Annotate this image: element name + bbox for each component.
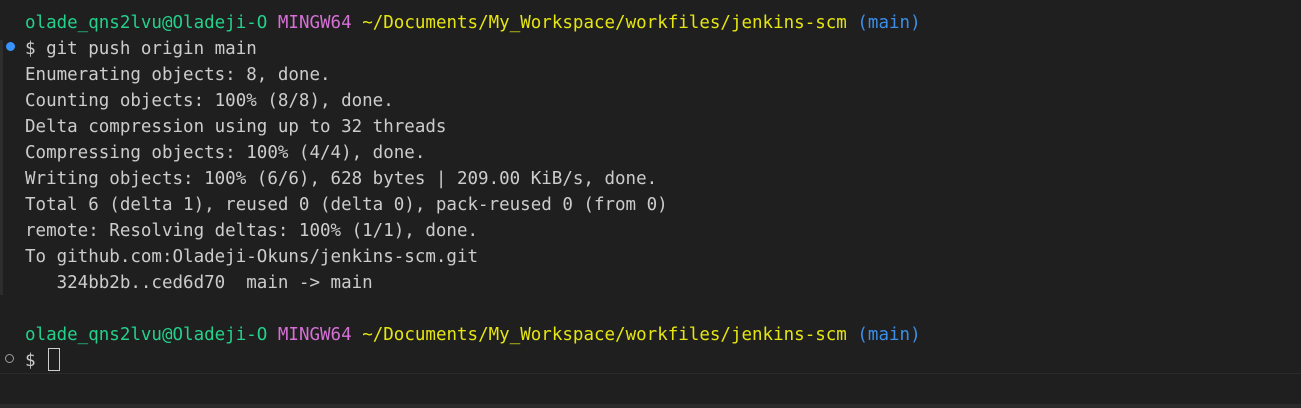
command-success-decoration-icon[interactable] (6, 42, 15, 51)
terminal-panel[interactable]: olade_qns2lvu@Oladeji-O MINGW64 ~/Docume… (0, 0, 1301, 408)
prompt-user-host: olade_qns2lvu@Oladeji-O (25, 13, 268, 33)
output-line: Compressing objects: 100% (4/4), done. (25, 143, 426, 163)
output-line: Writing objects: 100% (6/6), 628 bytes |… (25, 169, 658, 189)
prompt-path: ~/Documents/My_Workspace/workfiles/jenki… (362, 13, 847, 33)
output-line: Total 6 (delta 1), reused 0 (delta 0), p… (25, 195, 668, 215)
output-line: Enumerating objects: 8, done. (25, 65, 331, 85)
prompt-msystem: MINGW64 (277, 13, 352, 33)
panel-bottom-edge (0, 404, 1301, 408)
output-line: remote: Resolving deltas: 100% (1/1), do… (25, 221, 479, 241)
command-group-rule (0, 40, 3, 295)
prompt-line: olade_qns2lvu@Oladeji-O MINGW64 ~/Docume… (25, 322, 921, 348)
prompt-line: olade_qns2lvu@Oladeji-O MINGW64 ~/Docume… (25, 10, 921, 36)
prompt-branch: (main) (857, 13, 921, 33)
output-line: 324bb2b..ced6d70 main -> main (25, 273, 373, 293)
terminal-cursor (48, 348, 61, 371)
prompt-user-host: olade_qns2lvu@Oladeji-O (25, 325, 268, 345)
divider (0, 373, 1301, 374)
prompt-path: ~/Documents/My_Workspace/workfiles/jenki… (362, 325, 847, 345)
command-pending-decoration-icon[interactable] (5, 354, 14, 363)
input-prompt-symbol: $ (25, 351, 47, 371)
prompt-branch: (main) (857, 325, 921, 345)
output-line: Counting objects: 100% (8/8), done. (25, 91, 394, 111)
command-line: $ git push origin main (25, 39, 257, 59)
terminal-input-line[interactable]: $ (25, 348, 61, 374)
output-line: Delta compression using up to 32 threads (25, 117, 447, 137)
output-line: To github.com:Oladeji-Okuns/jenkins-scm.… (25, 247, 479, 267)
prompt-msystem: MINGW64 (277, 325, 352, 345)
